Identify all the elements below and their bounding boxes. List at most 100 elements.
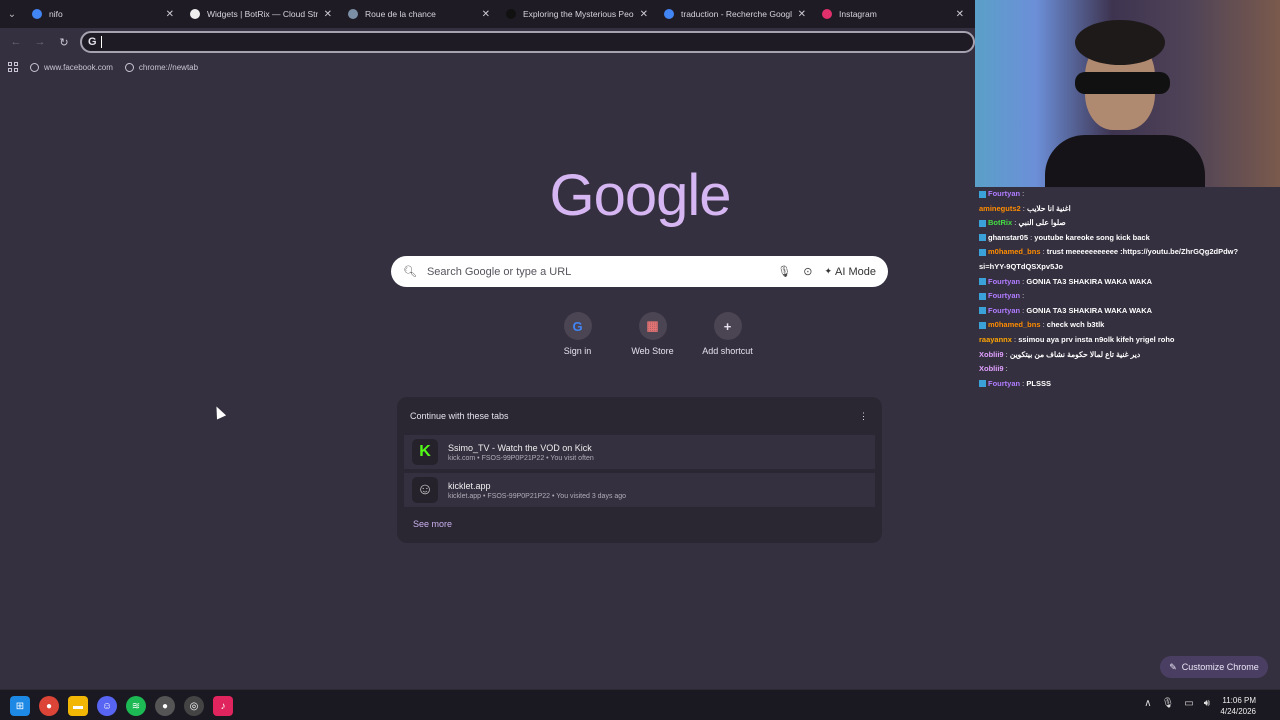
apps-grid-icon[interactable] bbox=[8, 62, 18, 72]
tab[interactable]: Roue de la chance ✕ bbox=[340, 0, 498, 28]
chat-message: m0hamed_bns : trust meeeeeeeeeee :https:… bbox=[979, 245, 1279, 260]
continue-tabs-card: Continue with these tabs ⋮ K Ssimo_TV - … bbox=[397, 397, 882, 543]
plus-icon: + bbox=[713, 312, 742, 340]
spotify-icon[interactable]: ≋ bbox=[126, 696, 146, 716]
more-options-icon[interactable]: ⋮ bbox=[859, 411, 868, 422]
continue-item[interactable]: K Ssimo_TV - Watch the VOD on Kick kick.c… bbox=[404, 435, 875, 469]
chat-text: ssimou aya prv insta n9olk kifeh yrigel … bbox=[1018, 334, 1175, 344]
microphone-icon[interactable]: 🎙︎ bbox=[1162, 698, 1175, 709]
chat-text: صلوا على النبي bbox=[1018, 218, 1066, 228]
chat-username[interactable]: amineguts2 bbox=[979, 204, 1021, 213]
display-icon[interactable]: ▭ bbox=[1184, 698, 1193, 709]
forward-icon[interactable]: → bbox=[28, 36, 52, 48]
close-icon[interactable]: ✕ bbox=[324, 9, 332, 20]
tab[interactable]: nifo ✕ bbox=[24, 0, 182, 28]
kicklet-icon: ☺ bbox=[412, 477, 438, 503]
lens-icon[interactable]: ⊙ bbox=[803, 265, 812, 278]
omnibox[interactable]: G bbox=[80, 31, 975, 53]
taskbar: ⊞ ● ▬ ☺ ≋ ● ◎ ♪ ∧ 🎙︎ ▭ 🔊︎ 11:06 PM 4/24/… bbox=[0, 689, 1280, 720]
microphone-icon[interactable]: 🎙︎ bbox=[777, 265, 791, 278]
volume-icon[interactable]: 🔊︎ bbox=[1204, 698, 1210, 709]
back-icon[interactable]: ← bbox=[4, 36, 28, 48]
tab-search-icon[interactable]: ⌄ bbox=[0, 0, 24, 28]
clock[interactable]: 11:06 PM 4/24/2026 bbox=[1220, 695, 1256, 717]
chat-username[interactable]: BotRix bbox=[988, 218, 1012, 227]
tab-favicon-icon bbox=[506, 9, 516, 19]
obs-icon[interactable]: ◎ bbox=[184, 696, 204, 716]
chat-message: Fourtyan : bbox=[979, 187, 1279, 202]
chat-username[interactable]: Xoblii9 bbox=[979, 350, 1004, 359]
tab-favicon-icon bbox=[348, 9, 358, 19]
tab-title: Widgets | BotRix — Cloud Strea bbox=[207, 9, 318, 19]
chat-username[interactable]: Fourtyan bbox=[988, 306, 1020, 315]
stream-chat: Fourtyan : amineguts2 : اغنية انا حلايب B… bbox=[979, 187, 1279, 391]
close-icon[interactable]: ✕ bbox=[798, 9, 806, 20]
tab[interactable]: Exploring the Mysterious Peopl ✕ bbox=[498, 0, 656, 28]
chat-message: amineguts2 : اغنية انا حلايب bbox=[979, 203, 1071, 213]
kick-icon: K bbox=[412, 439, 438, 465]
chrome-icon[interactable]: ● bbox=[155, 696, 175, 716]
tab-strip: ⌄ nifo ✕ Widgets | BotRix — Cloud Strea ✕ Ro… bbox=[0, 0, 975, 28]
chat-text: si=hYY-9QTdQSXpv5Jo bbox=[979, 261, 1063, 271]
tiktok-icon[interactable]: ♪ bbox=[213, 696, 233, 716]
windows-start-icon[interactable]: ⊞ bbox=[10, 696, 30, 716]
chat-username[interactable]: Fourtyan bbox=[988, 189, 1020, 198]
chrome-icon[interactable]: ● bbox=[39, 696, 59, 716]
close-icon[interactable]: ✕ bbox=[640, 9, 648, 20]
continue-item[interactable]: ☺ kicklet.app kicklet.app • FSOS-99P0P21P… bbox=[404, 473, 875, 507]
customize-chrome-button[interactable]: Customize Chrome bbox=[1160, 656, 1268, 678]
chat-username[interactable]: m0hamed_bns bbox=[988, 320, 1041, 329]
chat-username[interactable]: Fourtyan bbox=[988, 379, 1020, 388]
chat-message: BotRix : صلوا على النبي bbox=[979, 216, 1279, 231]
bookmark-facebook[interactable]: www.facebook.com bbox=[30, 62, 113, 72]
badge-icon bbox=[979, 380, 986, 388]
tab-title: Roue de la chance bbox=[365, 9, 436, 19]
chat-message: raayannx : ssimou aya prv insta n9olk ki… bbox=[979, 334, 1175, 344]
chat-username[interactable]: Fourtyan bbox=[988, 291, 1020, 300]
badge-icon bbox=[979, 307, 986, 315]
search-placeholder[interactable]: Search Google or type a URL bbox=[427, 266, 777, 278]
shortcut-web-store[interactable]: ▦ Web Store bbox=[615, 312, 690, 356]
chat-username[interactable]: ghanstar05 bbox=[988, 233, 1028, 242]
ai-mode-button[interactable]: AI Mode bbox=[824, 266, 876, 278]
chat-username[interactable]: Xoblii9 bbox=[979, 364, 1004, 373]
globe-icon bbox=[30, 62, 39, 72]
tab-title: nifo bbox=[49, 9, 63, 19]
chat-text: دير غنية تاع لمالا حكومة نشاف من بيتكوين bbox=[1009, 349, 1141, 359]
shortcut-label: Web Store bbox=[631, 346, 674, 356]
search-box[interactable]: 🔍︎ Search Google or type a URL 🎙︎ ⊙ AI M… bbox=[391, 256, 888, 287]
toolbar: ← → ↻ G bbox=[0, 28, 975, 56]
tab-favicon-icon bbox=[190, 9, 200, 19]
chat-username[interactable]: Fourtyan bbox=[988, 277, 1020, 286]
file-explorer-icon[interactable]: ▬ bbox=[68, 696, 88, 716]
badge-icon bbox=[979, 190, 986, 198]
close-icon[interactable]: ✕ bbox=[482, 9, 490, 20]
discord-icon[interactable]: ☺ bbox=[97, 696, 117, 716]
globe-icon bbox=[124, 62, 134, 72]
system-tray: ∧ 🎙︎ ▭ 🔊︎ bbox=[1134, 698, 1210, 709]
bookmark-label: chrome://newtab bbox=[138, 62, 199, 72]
shortcut-label: Sign in bbox=[563, 346, 592, 356]
close-icon[interactable]: ✕ bbox=[956, 9, 964, 20]
shortcut-add[interactable]: + Add shortcut bbox=[690, 312, 765, 356]
badge-icon bbox=[979, 292, 986, 300]
tab[interactable]: traduction - Recherche Google ✕ bbox=[656, 0, 814, 28]
tab[interactable]: Instagram ✕ bbox=[814, 0, 972, 28]
web-store-icon: ▦ bbox=[638, 312, 667, 340]
item-title: kicklet.app bbox=[448, 480, 491, 491]
bookmark-newtab[interactable]: chrome://newtab bbox=[124, 62, 199, 72]
close-icon[interactable]: ✕ bbox=[166, 9, 174, 20]
chat-message: Fourtyan : bbox=[979, 289, 1279, 304]
shortcut-sign-in[interactable]: G Sign in bbox=[540, 312, 615, 356]
item-subtitle: kicklet.app • FSOS-99P0P21P22 • You visi… bbox=[448, 492, 627, 500]
google-g-icon: G bbox=[88, 36, 97, 48]
chat-text: اغنية انا حلايب bbox=[1026, 203, 1071, 213]
item-title: Ssimo_TV - Watch the VOD on Kick bbox=[448, 442, 592, 453]
tab[interactable]: Widgets | BotRix — Cloud Strea ✕ bbox=[182, 0, 340, 28]
see-more-link[interactable]: See more bbox=[413, 519, 452, 529]
chevron-up-icon[interactable]: ∧ bbox=[1144, 698, 1151, 709]
tab-title: Instagram bbox=[839, 9, 877, 19]
reload-icon[interactable]: ↻ bbox=[52, 36, 76, 49]
chat-username[interactable]: raayannx bbox=[979, 335, 1012, 344]
chat-username[interactable]: m0hamed_bns bbox=[988, 247, 1041, 256]
